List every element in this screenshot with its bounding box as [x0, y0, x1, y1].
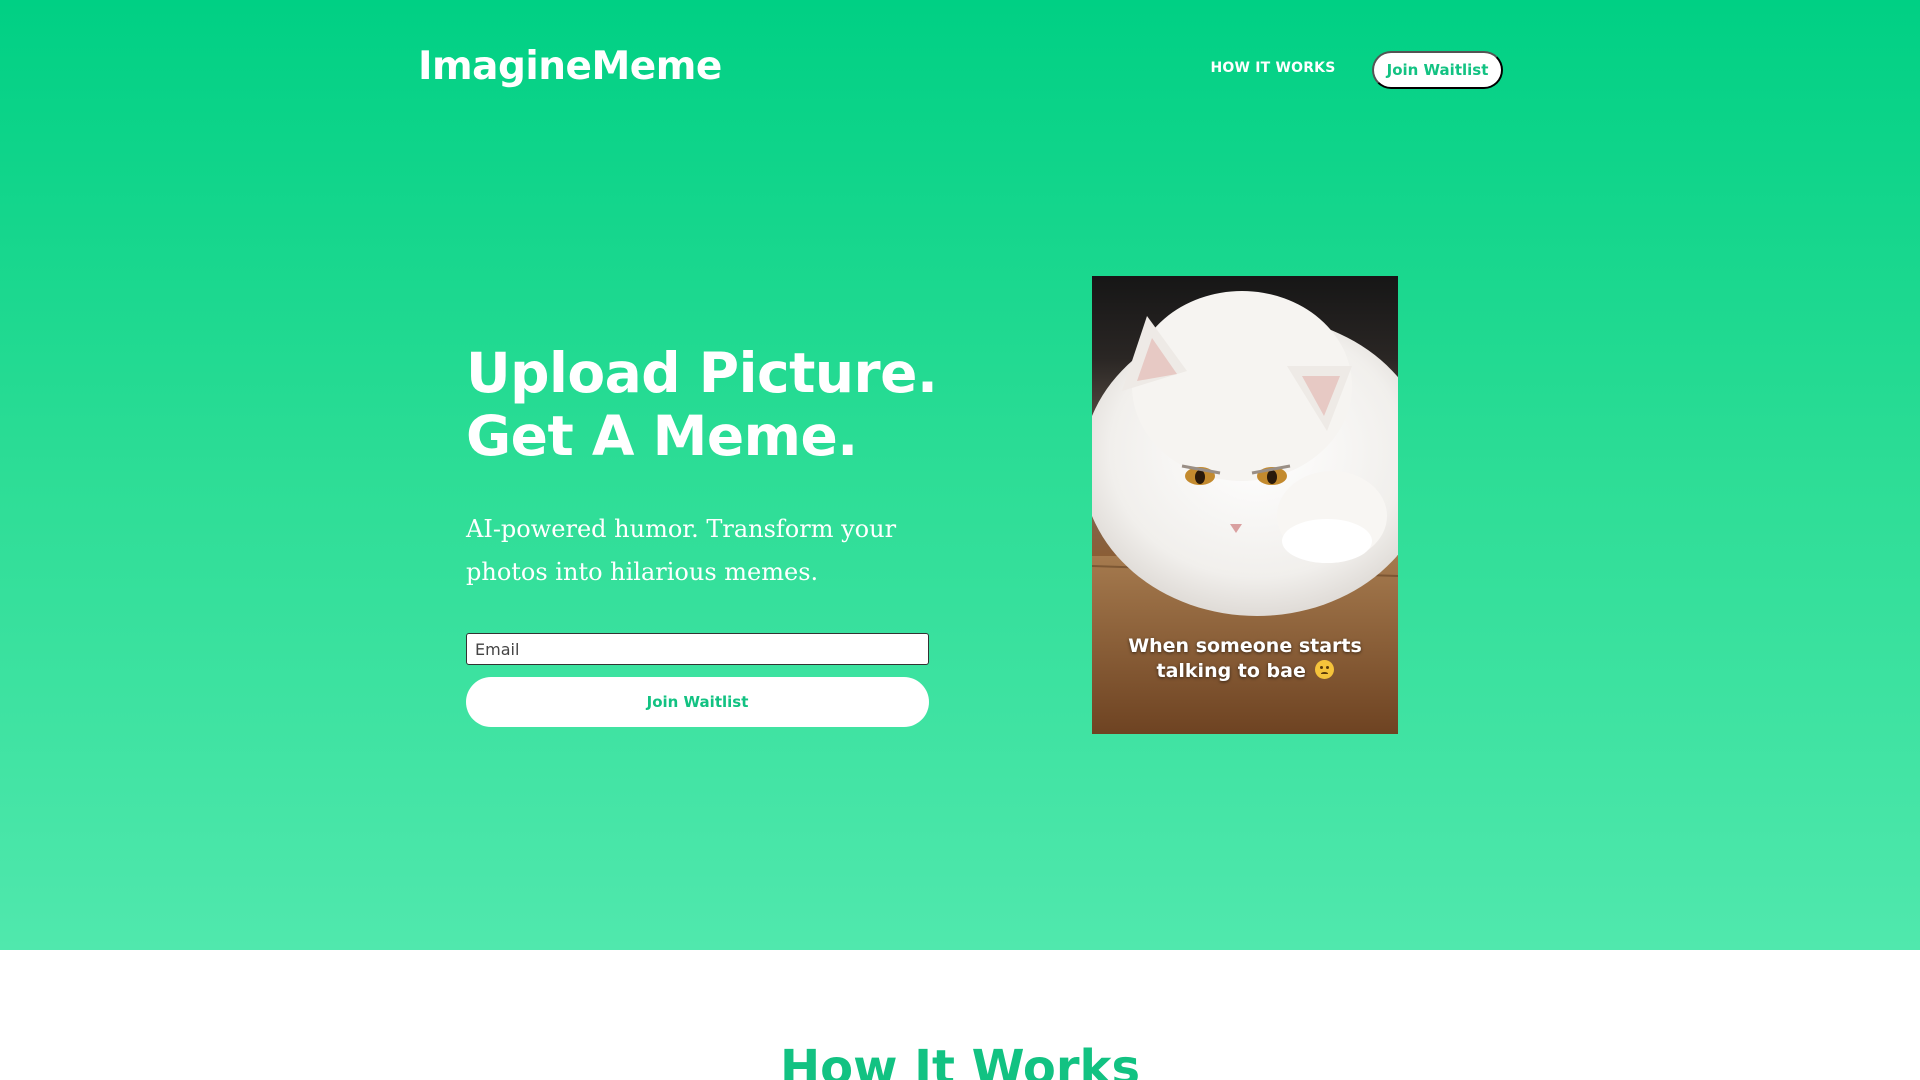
site-logo[interactable]: ImagineMeme	[418, 44, 722, 89]
angry-face-icon	[1314, 660, 1334, 679]
navbar: ImagineMeme HOW IT WORKS Join Waitlist	[0, 0, 1920, 140]
join-waitlist-button[interactable]: Join Waitlist	[466, 677, 929, 727]
meme-preview-image: When someone starts talking to bae	[1092, 276, 1398, 734]
hero-subtext: AI-powered humor. Transform your photos …	[466, 515, 897, 586]
nav-join-waitlist-button[interactable]: Join Waitlist	[1372, 51, 1503, 89]
nav-link-how-it-works[interactable]: HOW IT WORKS	[1200, 60, 1346, 76]
how-it-works-title: How It Works	[779, 1040, 1141, 1080]
email-input[interactable]	[466, 633, 929, 665]
headline-line-2: Get A Meme.	[466, 404, 858, 468]
headline-line-1: Upload Picture.	[466, 341, 938, 405]
hero-section: ImagineMeme HOW IT WORKS Join Waitlist U…	[0, 0, 1920, 950]
hero-headline: Upload Picture. Get A Meme.	[466, 341, 938, 468]
meme-caption: When someone starts talking to bae	[1092, 634, 1398, 684]
